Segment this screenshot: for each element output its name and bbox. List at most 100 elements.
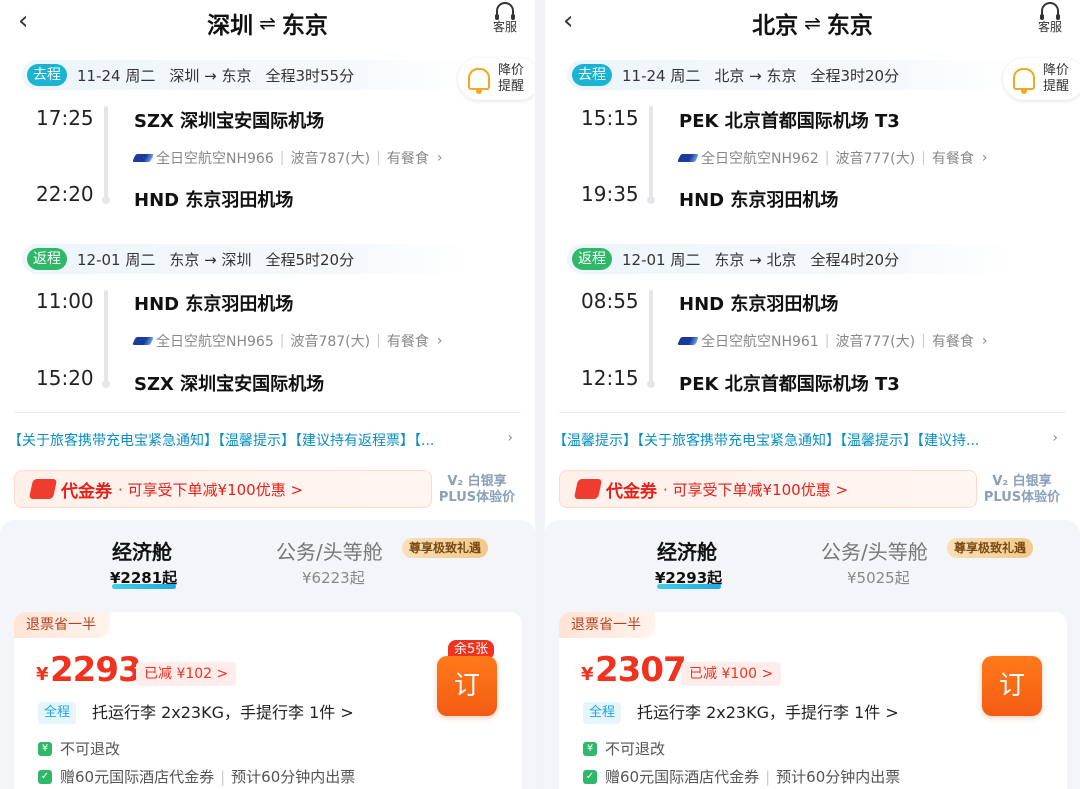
swap-icon[interactable]: ⇌ (259, 11, 276, 35)
vip-badge: 尊享极致礼遇 (402, 538, 489, 558)
return-flight-info[interactable]: 全日空航空NH961 | 波音777(大) | 有餐食 › (677, 331, 987, 351)
meal: 有餐食 (931, 151, 974, 167)
book-button[interactable]: 订 (982, 656, 1042, 716)
notice-bar[interactable]: 【关于旅客携带充电宝紧急通知】【温馨提示】【建议持有返程票】【... › (0, 430, 535, 452)
return-arr-airport: PEK 北京首都国际机场 T3 (679, 374, 900, 395)
yen-icon: ¥ (38, 741, 52, 756)
meal: 有餐食 (386, 334, 429, 350)
swap-icon[interactable]: ⇌ (804, 11, 821, 35)
timeline (104, 106, 108, 198)
return-route: 东京 → 北京 (714, 250, 797, 269)
outbound-summary: 去程 11-24 周二 深圳 → 东京 全程3时55分 (22, 60, 470, 90)
origin-city: 深圳 (207, 13, 254, 39)
outbound-flight-info[interactable]: 全日空航空NH966 | 波音787(大) | 有餐食 › (132, 148, 443, 168)
bell-icon (468, 68, 490, 94)
customer-service-button[interactable]: 客服 (1030, 0, 1070, 35)
timeline-dot (647, 196, 655, 204)
outbound-dep-airport: PEK 北京首都国际机场 T3 (679, 111, 900, 132)
fare-price: 2307 (595, 650, 687, 690)
refund-half-badge: 退票省一半 (559, 612, 655, 638)
return-duration: 全程5时20分 (265, 250, 355, 269)
chevron-right-icon: › (436, 333, 443, 349)
refund-half-badge: 退票省一半 (14, 612, 110, 638)
headset-icon (1040, 2, 1060, 20)
chevron-right-icon: › (981, 150, 988, 166)
currency-symbol: ¥ (36, 664, 49, 685)
origin-city: 北京 (752, 13, 799, 39)
discount-badge[interactable]: 已减 ¥102 > (136, 662, 237, 686)
outbound-dep-time: 15:15 (581, 106, 639, 130)
return-arr-time: 15:20 (36, 366, 94, 390)
airline-flight: 全日空航空NH962 (701, 151, 819, 167)
divider (14, 412, 521, 413)
return-flight-info[interactable]: 全日空航空NH965 | 波音787(大) | 有餐食 › (132, 331, 443, 351)
outbound-summary: 去程 11-24 周二 北京 → 东京 全程3时20分 (567, 60, 1015, 90)
discount-badge[interactable]: 已减 ¥100 > (681, 662, 782, 686)
tab-economy[interactable]: 经济舱 (657, 536, 717, 565)
voucher-banner[interactable]: 代金券 · 可享受下单减¥100优惠 > (14, 470, 432, 508)
voucher-banner[interactable]: 代金券 · 可享受下单减¥100优惠 > (559, 470, 977, 508)
chevron-right-icon: › (1052, 430, 1058, 446)
divider (559, 412, 1066, 413)
ticketing-time: 预计60分钟内出票 (231, 768, 356, 786)
bell-icon (1013, 68, 1035, 94)
plus-badge: V₂ 白银享 PLUS体验价 (977, 474, 1067, 506)
customer-service-button[interactable]: 客服 (485, 0, 525, 35)
route-title: 北京 ⇌ 东京 (545, 6, 1080, 40)
price-alert-label: 降价提醒 (498, 63, 525, 94)
tab-economy[interactable]: 经济舱 (112, 536, 172, 565)
airline-flight: 全日空航空NH965 (156, 334, 274, 350)
baggage-info[interactable]: 托运行李 2x23KG，手提行李 1件 > (637, 702, 899, 724)
chevron-right-icon: › (436, 150, 443, 166)
header: ‹ 北京 ⇌ 东京 客服 (545, 0, 1080, 44)
return-date: 12-01 周二 (77, 250, 156, 269)
fare-card: 退票省一半 ¥ 2307 已减 ¥100 > 订 全程 托运行李 2x23KG，… (559, 612, 1067, 789)
header: ‹ 深圳 ⇌ 东京 客服 (0, 0, 535, 44)
return-summary: 返程 12-01 周二 东京 → 北京 全程4时20分 (567, 244, 1015, 274)
timeline-dot (102, 196, 110, 204)
aircraft: 波音777(大) (835, 334, 916, 350)
voucher-title: 代金券 (61, 481, 112, 502)
refund-row: ¥ 不可退改 (38, 738, 120, 759)
plus-line2: PLUS体验价 (983, 490, 1061, 505)
tab-business[interactable]: 公务/头等舱 (821, 536, 928, 565)
timeline-dot (647, 380, 655, 388)
outbound-arr-airport: HND 东京羽田机场 (134, 190, 294, 211)
destination-city: 东京 (281, 13, 328, 39)
tab-indicator (112, 584, 176, 589)
notice-bar[interactable]: 【温馨提示】【关于旅客携带充电宝紧急通知】【温馨提示】【建议持... › (545, 430, 1080, 452)
business-price: ¥5025起 (847, 569, 910, 587)
book-button[interactable]: 订 (437, 656, 497, 716)
refund-policy: 不可退改 (605, 740, 666, 758)
ticketing-time: 预计60分钟内出票 (776, 768, 901, 786)
plus-line1: V₂ 白银享 (447, 474, 507, 489)
return-summary: 返程 12-01 周二 东京 → 深圳 全程5时20分 (22, 244, 470, 274)
price-alert-button[interactable]: 降价提醒 (1003, 58, 1080, 100)
outbound-arr-airport: HND 东京羽田机场 (679, 190, 839, 211)
tab-business[interactable]: 公务/头等舱 (276, 536, 383, 565)
scope-tag: 全程 (583, 702, 622, 724)
ana-logo-icon (132, 154, 154, 162)
voucher-desc: · 可享受下单减¥100优惠 > (118, 480, 304, 499)
refund-policy: 不可退改 (60, 740, 121, 758)
voucher-icon (573, 479, 603, 499)
vip-badge: 尊享极致礼遇 (947, 538, 1034, 558)
outbound-dep-airport: SZX 深圳宝安国际机场 (134, 111, 325, 132)
aircraft: 波音787(大) (290, 334, 371, 350)
aircraft: 波音787(大) (290, 151, 371, 167)
chevron-right-icon: › (507, 430, 513, 446)
aircraft: 波音777(大) (835, 151, 916, 167)
outbound-flight-info[interactable]: 全日空航空NH962 | 波音777(大) | 有餐食 › (677, 148, 988, 168)
notice-text: 【温馨提示】【关于旅客携带充电宝紧急通知】【温馨提示】【建议持... (553, 433, 980, 449)
timeline (649, 106, 653, 198)
baggage-info[interactable]: 托运行李 2x23KG，手提行李 1件 > (92, 702, 354, 724)
plus-line2: PLUS体验价 (438, 490, 516, 505)
destination-city: 东京 (826, 13, 873, 39)
price-alert-button[interactable]: 降价提醒 (458, 58, 535, 100)
fare-price: 2293 (50, 650, 142, 690)
outbound-date: 11-24 周二 (77, 66, 156, 85)
airline-flight: 全日空航空NH966 (156, 151, 274, 167)
refund-row: ¥ 不可退改 (583, 738, 665, 759)
return-dep-time: 11:00 (36, 289, 94, 313)
flight-panel-left: ‹ 深圳 ⇌ 东京 客服 去程 11-24 周二 深圳 → 东京 全程3时55分… (0, 0, 535, 789)
